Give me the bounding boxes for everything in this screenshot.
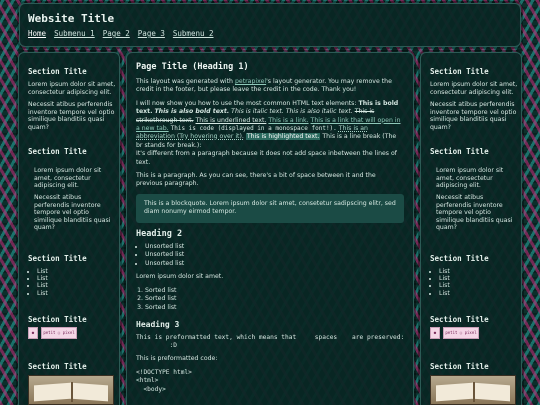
list-item: Sorted list <box>145 295 404 304</box>
heading-2: Heading 2 <box>136 228 183 239</box>
list-item: List <box>37 268 48 275</box>
petrapixel-link[interactable]: petrapixel <box>235 78 266 85</box>
text-link[interactable]: This is a link. <box>268 117 308 124</box>
nav-home[interactable]: Home <box>28 29 46 38</box>
section-text: Lorem ipsum dolor sit amet, consectetur … <box>28 81 116 96</box>
button-row: ● petit ○ pixel <box>28 327 77 339</box>
section-text: Necessit atibus perferendis inventore te… <box>430 101 517 131</box>
badge-button[interactable]: ● <box>430 327 440 339</box>
section-title: Section Title <box>28 147 87 156</box>
list-item: List <box>37 275 48 282</box>
paragraph: This is a paragraph. As you can see, the… <box>136 172 376 188</box>
list-item: List <box>439 268 450 275</box>
button-row: ● petit ○ pixel <box>430 327 479 339</box>
sorted-list: Sorted list Sorted list Sorted list <box>145 287 404 313</box>
petitpixel-button[interactable]: petit ○ pixel <box>41 327 77 339</box>
right-sidebar: Section Title Lorem ipsum dolor sit amet… <box>420 52 522 405</box>
section-text: Lorem ipsum dolor sit amet, consectetur … <box>34 167 102 190</box>
list-item: Unsorted list <box>145 251 404 260</box>
elements-paragraph: I will now show you how to use the most … <box>136 99 401 166</box>
section-title: Section Title <box>430 147 489 156</box>
intro-paragraph: This layout was generated with petrapixe… <box>136 78 392 94</box>
site-title: Website Title <box>28 12 115 25</box>
list-item: List <box>439 275 450 282</box>
section-text: Lorem ipsum dolor sit amet, consectetur … <box>436 167 504 190</box>
section-text: Lorem ipsum dolor sit amet, consectetur … <box>430 81 518 96</box>
section-title: Section Title <box>430 315 489 324</box>
section-title: Section Title <box>28 254 87 263</box>
badge-button[interactable]: ● <box>28 327 38 339</box>
list-item: List <box>37 282 48 289</box>
section-text: Necessit atibus perferendis inventore te… <box>34 194 111 232</box>
section-title: Section Title <box>28 315 87 324</box>
section-title: Section Title <box>28 67 87 76</box>
sidebar-list: List List List List <box>439 268 450 297</box>
page-title: Page Title (Heading 1) <box>136 62 249 72</box>
section-title: Section Title <box>430 362 489 371</box>
section-title: Section Title <box>28 362 87 371</box>
book-image <box>430 375 516 405</box>
preformatted-text: This is preformatted text, which means t… <box>136 333 405 350</box>
code-block: <!DOCTYPE html> <html> <body> <box>136 368 192 393</box>
petitpixel-button[interactable]: petit ○ pixel <box>443 327 479 339</box>
list-item: List <box>439 290 450 297</box>
section-text: Necessit atibus perferendis inventore te… <box>28 101 115 131</box>
blockquote: This is a blockquote. Lorem ipsum dolor … <box>136 193 404 223</box>
paragraph: Lorem ipsum dolor sit amet. <box>136 273 224 281</box>
list-item: Sorted list <box>145 304 404 313</box>
list-item: List <box>37 290 48 297</box>
main-content: Page Title (Heading 1) This layout was g… <box>126 52 414 405</box>
section-title: Section Title <box>430 67 489 76</box>
nav-page-3[interactable]: Page 3 <box>138 29 165 38</box>
section-title: Section Title <box>430 254 489 263</box>
list-item[interactable]: List <box>439 282 450 289</box>
left-sidebar: Section Title Lorem ipsum dolor sit amet… <box>18 52 120 405</box>
unsorted-list: Unsorted list Unsorted list Unsorted lis… <box>145 243 404 269</box>
section-text: Necessit atibus perferendis inventore te… <box>436 194 513 232</box>
list-item: Unsorted list <box>145 260 404 269</box>
nav-submenu-1[interactable]: Submenu 1 <box>54 29 95 38</box>
nav-page-2[interactable]: Page 2 <box>103 29 130 38</box>
book-image <box>28 375 114 405</box>
list-item: Unsorted list <box>145 243 404 252</box>
paragraph: This is preformatted code: <box>136 355 218 363</box>
heading-3: Heading 3 <box>136 319 180 329</box>
list-item: Sorted list <box>145 287 404 296</box>
nav-submenu-2[interactable]: Submenu 2 <box>173 29 214 38</box>
main-nav: Home Submenu 1 Page 2 Page 3 Submenu 2 <box>28 29 214 38</box>
list-link[interactable]: List <box>439 282 450 289</box>
sidebar-list: List List List List <box>37 268 48 297</box>
site-header: Website Title Home Submenu 1 Page 2 Page… <box>19 3 521 47</box>
